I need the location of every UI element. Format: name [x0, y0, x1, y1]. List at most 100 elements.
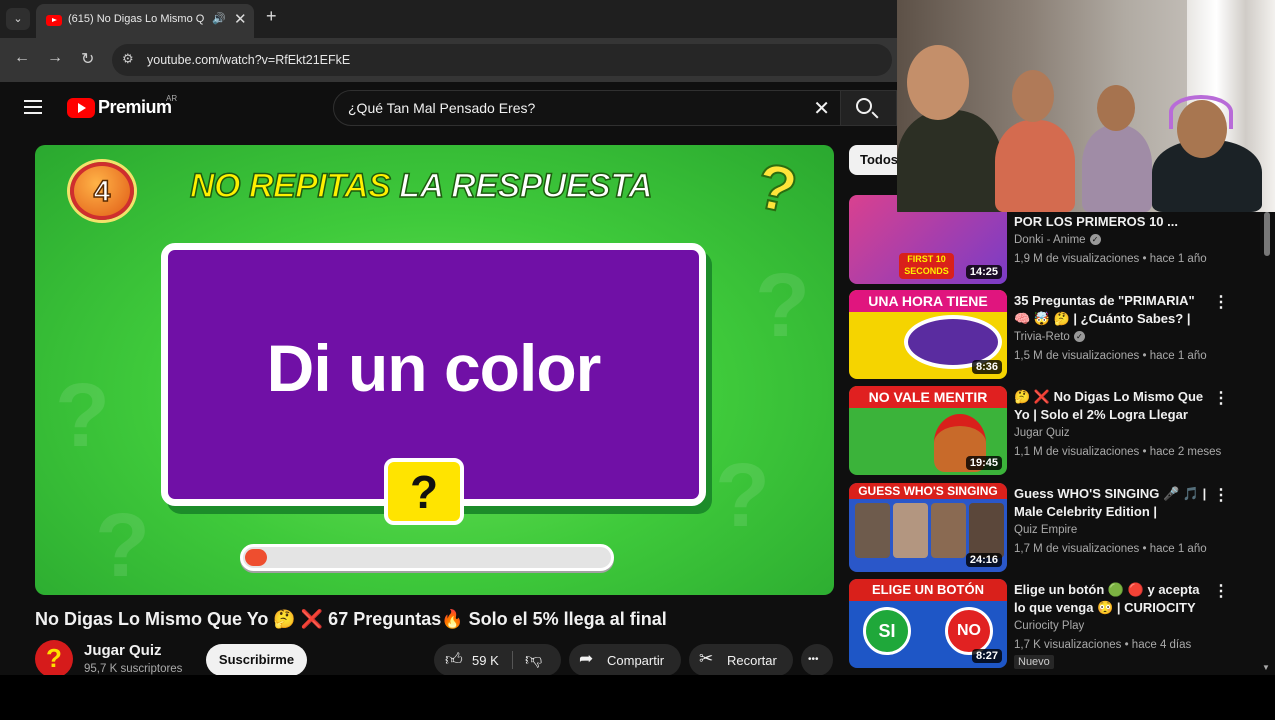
question-box-mark: ? [409, 466, 439, 518]
prompt-text: Di un color [266, 331, 602, 405]
scroll-down-arrow-icon[interactable]: ▼ [1262, 663, 1270, 672]
rec-meta: 1,7 M de visualizaciones • hace 1 año [1014, 543, 1207, 555]
video-duration: 19:45 [965, 456, 1002, 470]
recommendation-item[interactable]: ELIGE UN BOTÓN SI NO 8:27 Elige un botón… [849, 579, 1269, 669]
subscriber-count: 95,7 K suscriptores [84, 663, 183, 675]
rec-title[interactable]: Elige un botón 🟢 🔴 y acepta lo que venga… [1014, 581, 1209, 617]
kebab-menu-icon[interactable]: ⋮ [1213, 485, 1229, 505]
rec-thumbnail[interactable]: ELIGE UN BOTÓN SI NO 8:27 [849, 579, 1007, 668]
video-duration: 24:16 [965, 553, 1002, 567]
rec-thumbnail[interactable]: UNA HORA TIENE 8:36 [849, 290, 1007, 379]
bg-question-icon: ? [55, 366, 110, 466]
rec-channel[interactable]: Trivia-Reto ✓ [1014, 331, 1085, 343]
rec-channel[interactable]: Donki - Anime ✓ [1014, 234, 1101, 246]
bg-question-icon: ? [95, 496, 150, 595]
rec-title[interactable]: POR LOS PRIMEROS 10 ... [1014, 213, 1209, 231]
search-query: ¿Qué Tan Mal Pensado Eres? [348, 100, 536, 116]
video-duration: 14:25 [965, 265, 1002, 279]
channel-name[interactable]: Jugar Quiz [84, 642, 162, 659]
speaker-icon[interactable]: 🔊 [212, 12, 226, 25]
clip-button[interactable]: ✂ Recortar [689, 644, 793, 676]
thumbs-up-icon[interactable]: 👍︎ [445, 649, 463, 670]
thumb-caption: NO VALE MENTIR [849, 386, 1007, 408]
clear-search-icon[interactable]: ✕ [813, 96, 830, 121]
hamburger-menu-icon[interactable] [24, 100, 42, 114]
video-headline: NO REPITAS LA RESPUESTA [189, 166, 653, 206]
tab-list-dropdown[interactable]: ⌄ [6, 8, 30, 30]
rec-meta: 1,1 M de visualizaciones • hace 2 meses [1014, 446, 1222, 458]
rec-channel[interactable]: Quiz Empire [1014, 524, 1077, 536]
person-head [1012, 70, 1054, 122]
rec-thumbnail[interactable]: NO VALE MENTIR 19:45 [849, 386, 1007, 475]
kebab-menu-icon[interactable]: ⋮ [1213, 388, 1229, 408]
corner-question-icon: ? [749, 148, 804, 229]
person-silhouette [995, 120, 1075, 212]
share-icon: ➦ [579, 649, 594, 668]
search-icon [856, 98, 872, 114]
search-input[interactable]: ¿Qué Tan Mal Pensado Eres? ✕ [333, 90, 841, 126]
address-bar[interactable]: ⚙ youtube.com/watch?v=RfEkt21EFkE [112, 44, 892, 76]
recommendation-item[interactable]: GUESS WHO'S SINGING 24:16 Guess WHO'S SI… [849, 483, 1269, 573]
browser-toolbar: ← → ↻ ⚙ youtube.com/watch?v=RfEkt21EFkE [0, 38, 897, 82]
recommendation-item[interactable]: UNA HORA TIENE 8:36 35 Preguntas de "PRI… [849, 290, 1269, 380]
face-icon [855, 503, 890, 558]
sidebar-scrollbar[interactable] [1264, 212, 1270, 256]
timer-bar-fill [245, 549, 267, 566]
thumb-caption: UNA HORA TIENE [849, 290, 1007, 312]
red-button-icon: NO [945, 607, 993, 655]
browser-tabbar: ⌄ (615) No Digas Lo Mismo Q 🔊 ✕ + [0, 0, 897, 38]
logo-premium-text[interactable]: Premium [98, 97, 172, 118]
thumb-caption: ELIGE UN BOTÓN [849, 579, 1007, 601]
youtube-favicon-icon [46, 15, 62, 26]
rec-channel-name: Donki - Anime [1014, 234, 1086, 246]
timer-bar [240, 544, 614, 571]
forward-arrow-icon[interactable]: → [47, 49, 63, 67]
video-duration: 8:36 [971, 360, 1002, 374]
headset-icon [1169, 95, 1233, 129]
share-button[interactable]: ➦ Compartir [569, 644, 681, 676]
channel-avatar[interactable]: ? [35, 640, 73, 678]
rec-channel[interactable]: Jugar Quiz [1014, 427, 1070, 439]
video-player[interactable]: ? ? ? ? 4 NO REPITAS LA RESPUESTA ? Di u… [35, 145, 834, 595]
youtube-header: Premium AR ¿Qué Tan Mal Pensado Eres? ✕ [0, 82, 897, 134]
kebab-menu-icon[interactable]: ⋮ [1213, 581, 1229, 601]
reload-icon[interactable]: ↻ [81, 49, 94, 69]
rec-title[interactable]: Guess WHO'S SINGING 🎤 🎵 | Male Celebrity… [1014, 485, 1209, 521]
rec-meta: 1,9 M de visualizaciones • hace 1 año [1014, 253, 1207, 265]
thumb-caption: FIRST 10 SECONDS [899, 253, 954, 279]
headline-part1: NO REPITAS [189, 166, 391, 206]
share-label: Compartir [607, 653, 665, 668]
webcam-overlay [897, 0, 1275, 212]
url-text: youtube.com/watch?v=RfEkt21EFkE [147, 53, 351, 67]
back-arrow-icon[interactable]: ← [14, 49, 30, 67]
face-icon [931, 503, 966, 558]
browser-tab-active[interactable]: (615) No Digas Lo Mismo Q 🔊 ✕ [36, 4, 254, 38]
app-root: ⌄ (615) No Digas Lo Mismo Q 🔊 ✕ + ← → ↻ … [0, 0, 1275, 720]
close-tab-icon[interactable]: ✕ [234, 10, 247, 28]
rec-meta: 1,7 K visualizaciones • hace 4 días [1014, 639, 1192, 651]
rec-thumbnail[interactable]: GUESS WHO'S SINGING 24:16 [849, 483, 1007, 572]
search-button[interactable] [841, 90, 897, 126]
video-duration: 8:27 [971, 649, 1002, 663]
scissors-icon: ✂ [699, 649, 714, 668]
person-head [1097, 85, 1135, 131]
new-tab-button[interactable]: + [266, 6, 277, 27]
bg-question-icon: ? [715, 446, 770, 546]
like-count[interactable]: 59 K [472, 653, 499, 668]
rec-title[interactable]: 35 Preguntas de "PRIMARIA" 🧠 🤯 🤔 | ¿Cuán… [1014, 292, 1209, 328]
more-actions-button[interactable]: ••• [801, 644, 833, 676]
question-number: 4 [93, 174, 111, 209]
face-icon [969, 503, 1004, 558]
thumb-caption: GUESS WHO'S SINGING [849, 483, 1007, 499]
thumbs-down-icon[interactable]: 👎︎ [525, 649, 542, 670]
new-badge: Nuevo [1014, 655, 1054, 669]
site-settings-icon[interactable]: ⚙ [122, 51, 134, 67]
recommendation-item[interactable]: NO VALE MENTIR 19:45 🤔 ❌ No Digas Lo Mis… [849, 386, 1269, 476]
kebab-menu-icon[interactable]: ⋮ [1213, 292, 1229, 312]
subscribe-button[interactable]: Suscribirme [206, 644, 307, 676]
verified-icon: ✓ [1089, 234, 1101, 246]
youtube-logo-icon[interactable] [67, 98, 95, 118]
rec-channel[interactable]: Curiocity Play [1014, 620, 1084, 632]
rec-title[interactable]: 🤔 ❌ No Digas Lo Mismo Que Yo | Solo el 2… [1014, 388, 1209, 424]
question-box: ? [384, 458, 464, 525]
